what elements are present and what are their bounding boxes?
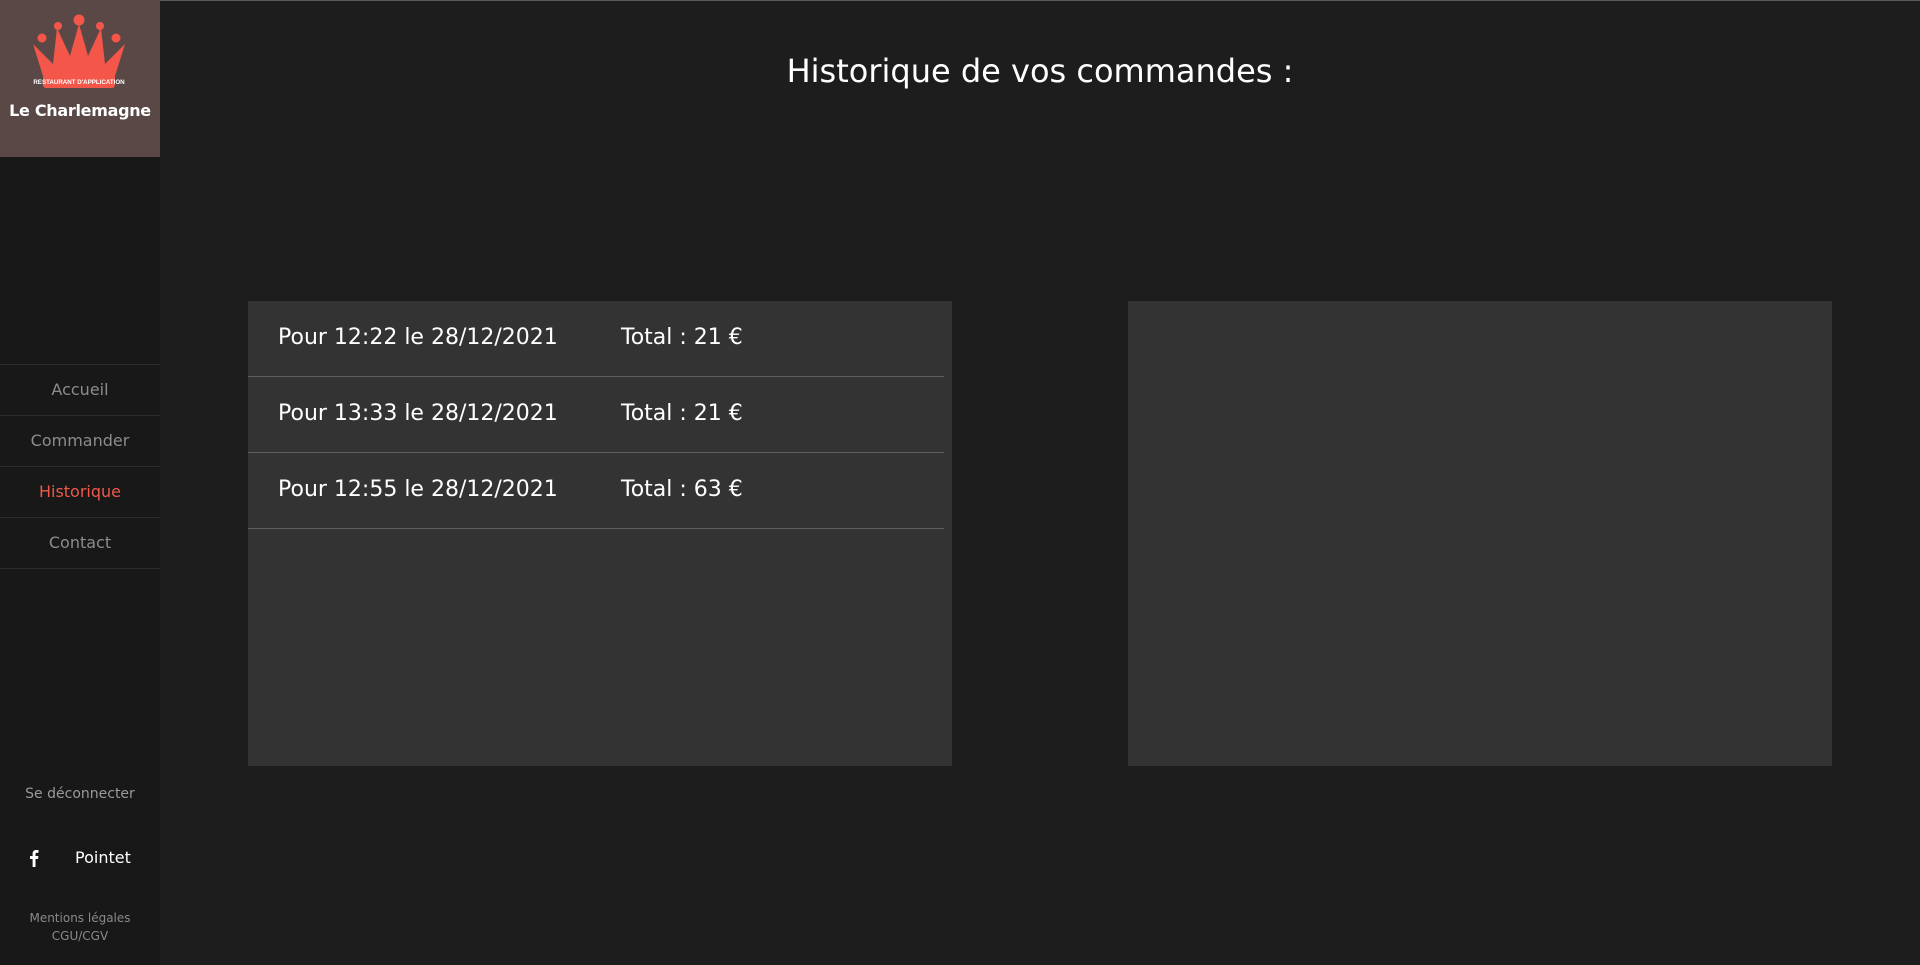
order-total: Total : 21 € [621,401,743,426]
order-row[interactable]: Pour 12:22 le 28/12/2021 Total : 21 € [248,301,944,377]
order-datetime: Pour 12:55 le 28/12/2021 [278,477,558,502]
nav-item-historique[interactable]: Historique [0,467,160,518]
logo-badge-text: RESTAURANT D'APPLICATION [33,79,125,86]
brand-name: Le Charlemagne [9,101,151,120]
logout-link[interactable]: Se déconnecter [0,786,160,802]
facebook-label: Pointet [75,848,131,867]
nav-item-commander[interactable]: Commander [0,416,160,467]
order-row[interactable]: Pour 12:55 le 28/12/2021 Total : 63 € [248,453,944,529]
order-list: Pour 12:22 le 28/12/2021 Total : 21 € Po… [248,301,944,529]
order-datetime: Pour 13:33 le 28/12/2021 [278,401,558,426]
order-total: Total : 63 € [621,477,743,502]
orders-panel: Pour 12:22 le 28/12/2021 Total : 21 € Po… [248,301,952,766]
order-row[interactable]: Pour 13:33 le 28/12/2021 Total : 21 € [248,377,944,453]
crown-icon: RESTAURANT D'APPLICATION [33,14,125,88]
nav-item-contact[interactable]: Contact [0,518,160,569]
order-detail-panel [1128,301,1832,766]
order-datetime: Pour 12:22 le 28/12/2021 [278,325,558,350]
page-title: Historique de vos commandes : [786,52,1294,90]
logo[interactable]: RESTAURANT D'APPLICATION Le Charlemagne [0,0,160,157]
order-total: Total : 21 € [621,325,743,350]
legal-links: Mentions légales CGU/CGV [0,909,160,945]
mentions-legales-link[interactable]: Mentions légales [0,909,160,927]
facebook-link[interactable]: Pointet [0,847,160,871]
main-nav: Accueil Commander Historique Contact [0,364,160,569]
sidebar: RESTAURANT D'APPLICATION Le Charlemagne … [0,0,160,965]
top-border [0,0,1920,1]
cgu-link[interactable]: CGU/CGV [0,927,160,945]
facebook-icon [30,850,39,867]
nav-item-accueil[interactable]: Accueil [0,365,160,416]
